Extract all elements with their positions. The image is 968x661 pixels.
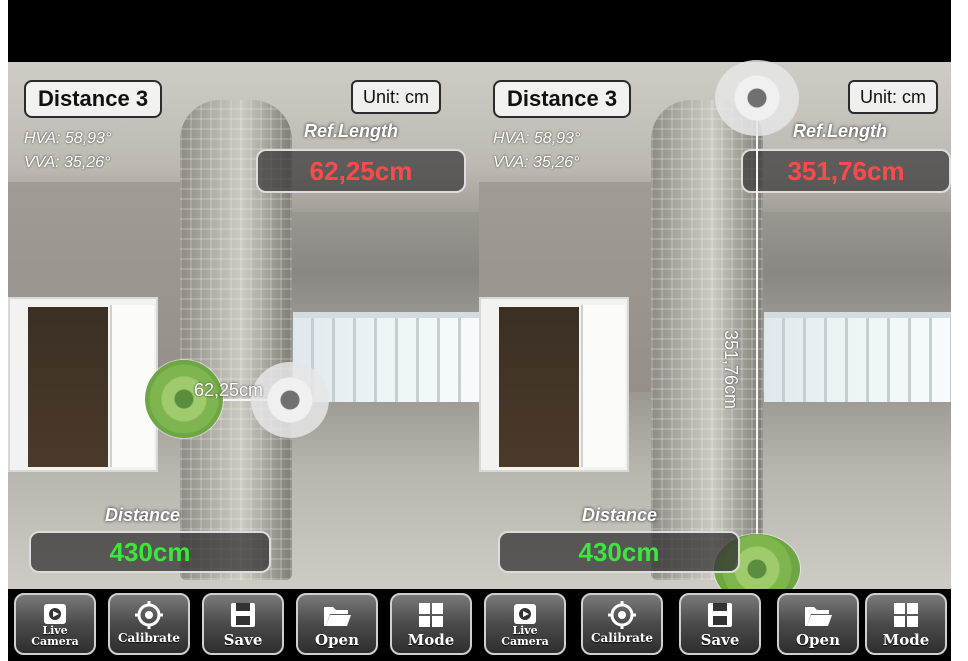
save-button[interactable]: Save xyxy=(202,593,284,655)
calibrate-icon xyxy=(608,601,636,629)
measure-screen-left: Distance 3 Unit: cm HVA: 58,93° VVA: 35,… xyxy=(8,0,480,661)
measure-screen-right: Distance 3 Unit: cm HVA: 58,93° VVA: 35,… xyxy=(479,0,951,661)
status-bar xyxy=(479,0,951,62)
open-label: Open xyxy=(314,631,359,649)
vva-readout: VVA: 35,26° xyxy=(24,154,111,171)
mode-button[interactable]: Mode xyxy=(865,593,947,655)
distance-value: 430cm xyxy=(29,531,271,573)
live-camera-label: Live Camera xyxy=(486,625,564,647)
ref-length-value: 351,76cm xyxy=(741,149,951,193)
save-button[interactable]: Save xyxy=(679,593,761,655)
open-folder-icon xyxy=(324,607,351,626)
door xyxy=(8,297,158,472)
measurement-name-badge[interactable]: Distance 3 xyxy=(24,80,163,118)
ref-length-label: Ref.Length xyxy=(793,121,887,141)
open-folder-icon xyxy=(805,607,832,626)
distance-label: Distance xyxy=(105,505,181,525)
hva-readout: HVA: 58,93° xyxy=(24,130,112,147)
calibrate-button[interactable]: Calibrate xyxy=(581,593,663,655)
save-icon xyxy=(708,603,732,627)
ref-length-label: Ref.Length xyxy=(304,121,398,141)
live-label-line2: Camera xyxy=(31,635,79,648)
hva-readout: HVA: 58,93° xyxy=(493,130,581,147)
mode-grid-icon xyxy=(894,603,918,627)
save-icon xyxy=(231,603,255,627)
status-bar xyxy=(8,0,480,62)
mode-grid-icon xyxy=(419,603,443,627)
bottom-toolbar: Live Camera Calibrate Save Open Mode xyxy=(8,589,480,661)
mode-button[interactable]: Mode xyxy=(390,593,472,655)
unit-button[interactable]: Unit: cm xyxy=(848,80,939,114)
measure-length-label: 351,76cm xyxy=(721,330,741,410)
calibrate-label: Calibrate xyxy=(590,631,654,645)
end-marker-handle[interactable] xyxy=(715,60,799,136)
distance-value: 430cm xyxy=(498,531,740,573)
save-label: Save xyxy=(700,631,740,649)
measure-line xyxy=(756,98,758,573)
calibrate-button[interactable]: Calibrate xyxy=(108,593,190,655)
door-opening xyxy=(499,307,579,467)
door xyxy=(479,297,629,472)
open-button[interactable]: Open xyxy=(777,593,859,655)
measurement-name-badge[interactable]: Distance 3 xyxy=(493,80,632,118)
mode-label: Mode xyxy=(407,631,455,649)
bottom-toolbar: Live Camera Calibrate Save Open Mode xyxy=(479,589,951,661)
save-label: Save xyxy=(223,631,263,649)
open-label: Open xyxy=(795,631,840,649)
vva-readout: VVA: 35,26° xyxy=(493,154,580,171)
calibrate-icon xyxy=(135,601,163,629)
door-panel xyxy=(581,305,625,467)
door-opening xyxy=(28,307,108,467)
calibrate-label: Calibrate xyxy=(117,631,181,645)
open-button[interactable]: Open xyxy=(296,593,378,655)
live-label-line2: Camera xyxy=(501,635,549,648)
measure-length-label: 62,25cm xyxy=(194,380,264,400)
windows xyxy=(764,312,951,402)
unit-button[interactable]: Unit: cm xyxy=(351,80,442,114)
ref-length-value: 62,25cm xyxy=(256,149,466,193)
live-camera-label: Live Camera xyxy=(16,625,94,647)
distance-label: Distance xyxy=(582,505,658,525)
live-camera-button[interactable]: Live Camera xyxy=(484,593,566,655)
live-camera-button[interactable]: Live Camera xyxy=(14,593,96,655)
mode-label: Mode xyxy=(882,631,930,649)
